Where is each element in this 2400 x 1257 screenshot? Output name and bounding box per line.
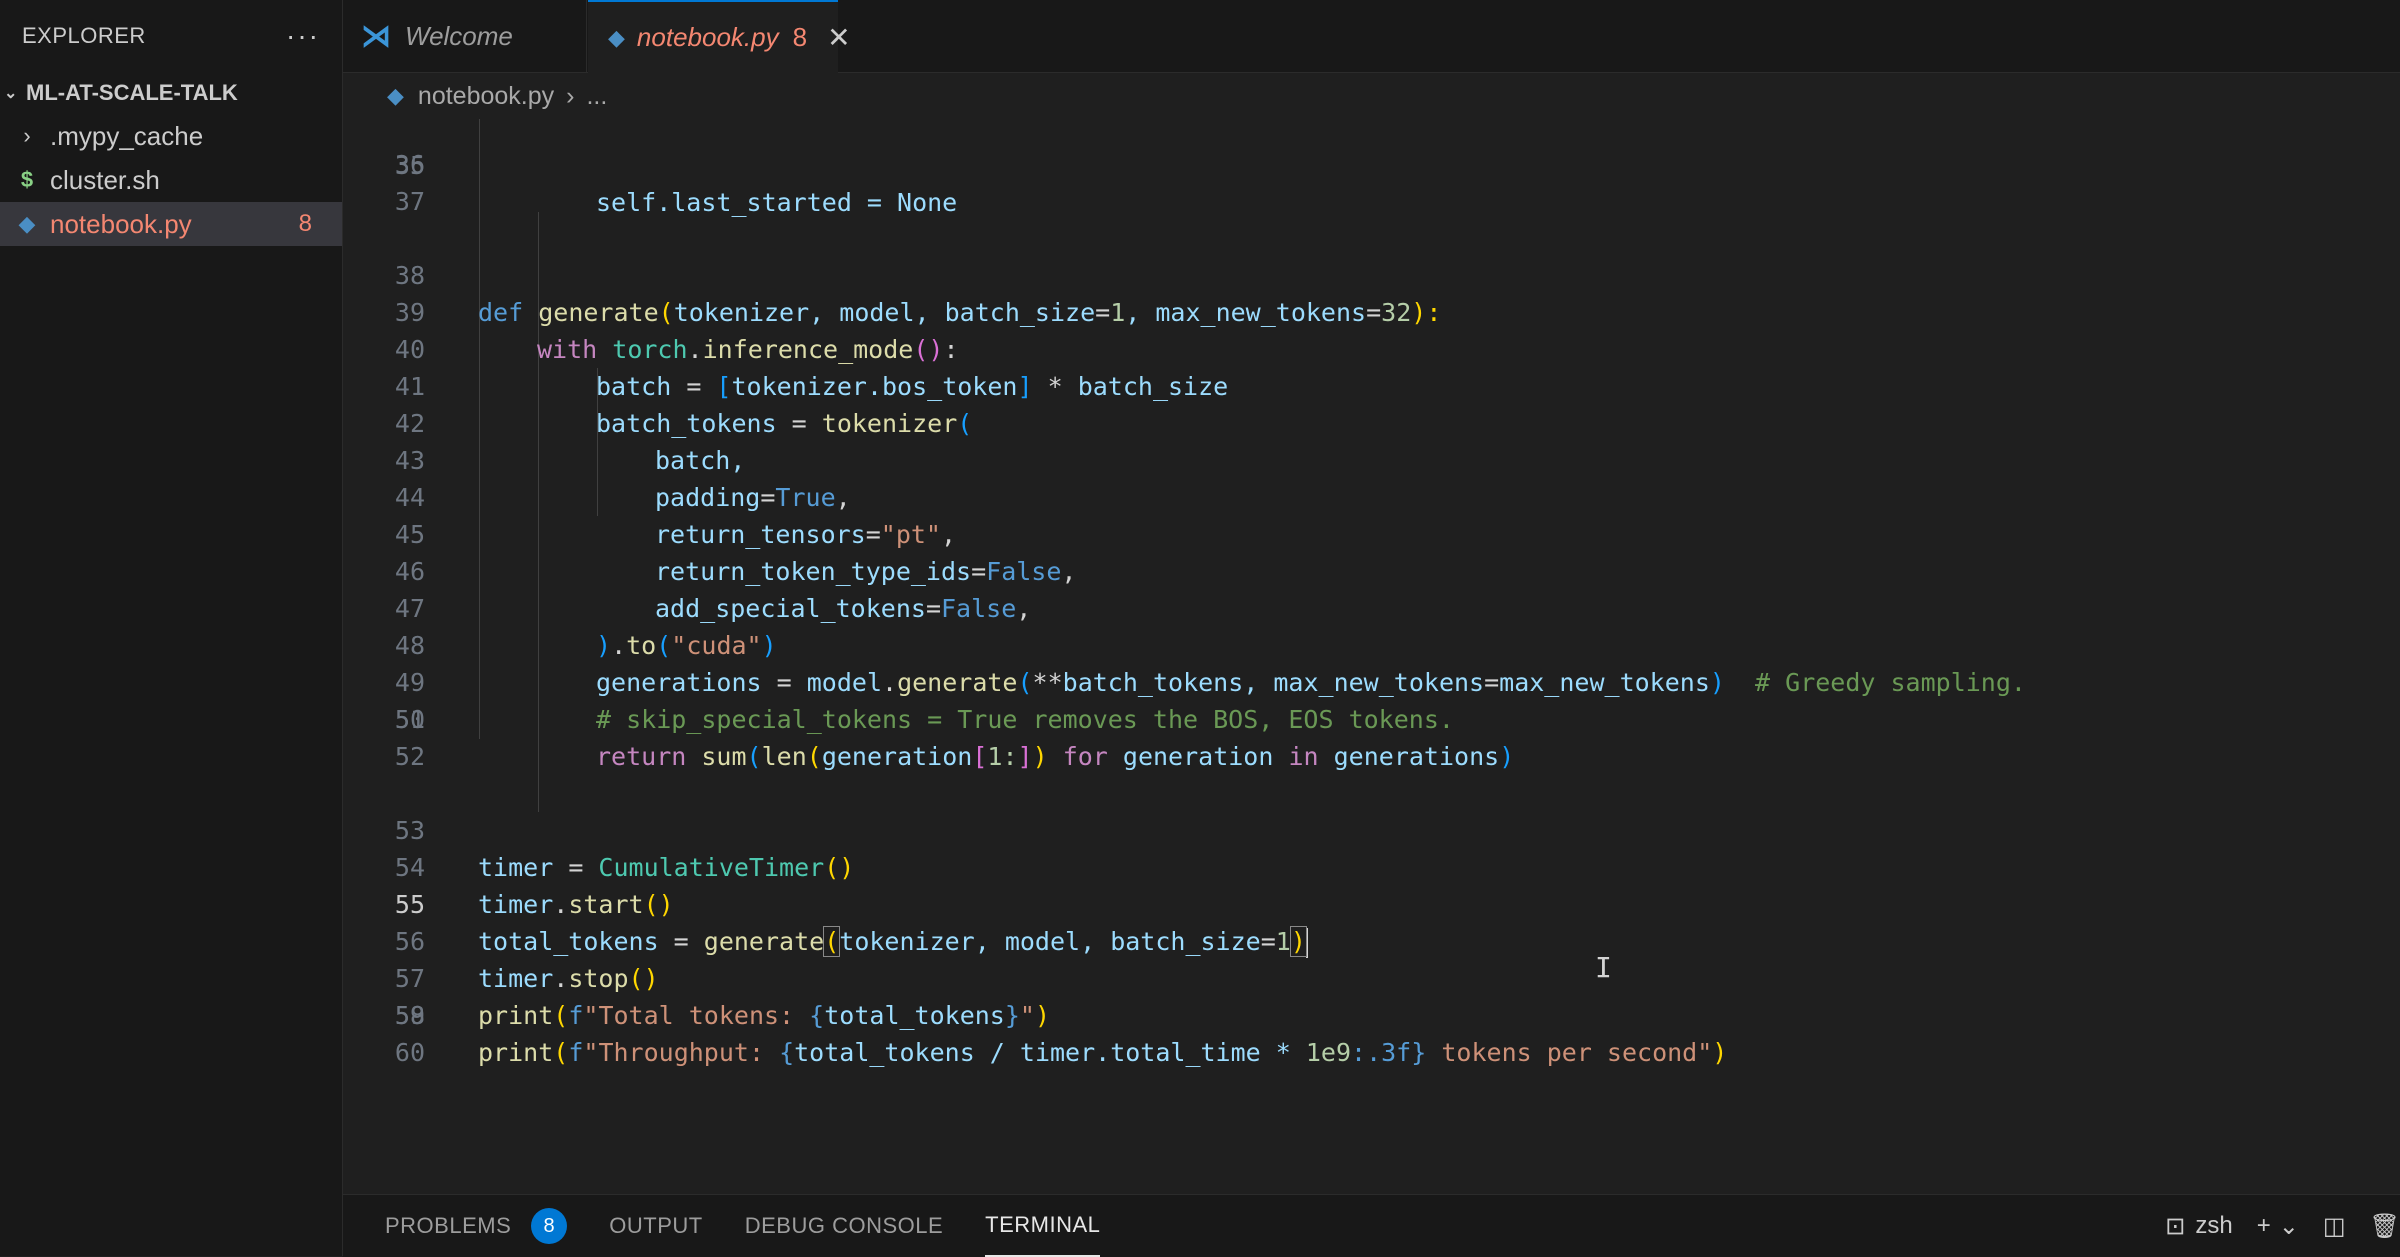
line-number: 37 (394, 187, 425, 216)
chevron-down-icon[interactable]: ⌄ (2279, 1212, 2299, 1241)
line-number: 36 (394, 150, 425, 179)
code-line: 46 add_special_tokens=False, (343, 516, 2400, 623)
code-line: 57 print(f"Total tokens: {total_tokens}"… (343, 923, 2400, 1030)
vscode-logo-icon: ⋊ (361, 19, 391, 53)
more-actions-icon[interactable]: ··· (286, 20, 320, 52)
tab-problems[interactable]: PROBLEMS 8 (385, 1195, 568, 1257)
code-line: 35 self.last_started = None (343, 119, 2400, 217)
code-line: 38 def generate(tokenizer, model, batch_… (343, 220, 2400, 327)
code-line: 41 batch_tokens = tokenizer( (343, 331, 2400, 438)
mouse-ibeam-cursor-icon: I (1595, 951, 1612, 984)
terminal-icon: ⊡ (2165, 1212, 2186, 1240)
sidebar-item-notebook-py[interactable]: ◆ notebook.py 8 (0, 202, 342, 246)
tab-output[interactable]: OUTPUT (609, 1195, 702, 1257)
explorer-sidebar: EXPLORER ··· ⌄ ML-AT-SCALE-TALK › .mypy_… (0, 0, 343, 1256)
explorer-title: EXPLORER (22, 23, 146, 48)
breadcrumb-symbol[interactable]: ... (586, 82, 607, 111)
code-line: 47 ).to("cuda") (343, 553, 2400, 660)
python-file-icon: ◆ (18, 211, 36, 236)
split-terminal-icon[interactable]: ◫ (2323, 1212, 2346, 1241)
tab-label: OUTPUT (609, 1213, 703, 1238)
chevron-right-icon: › (23, 123, 31, 148)
code-line: 58 print(f"Throughput: {total_tokens / t… (343, 960, 2400, 1067)
line-number: 59 (394, 1001, 425, 1030)
tab-problem-count: 8 (792, 22, 808, 52)
sidebar-item-cluster-sh[interactable]: $ cluster.sh (0, 158, 342, 202)
code-line: 43 padding=True, (343, 405, 2400, 512)
code-line: 54 timer.start() (343, 812, 2400, 919)
tab-label: DEBUG CONSOLE (744, 1213, 944, 1238)
close-icon[interactable]: ✕ (827, 21, 850, 54)
code-line: 36 (343, 146, 2400, 183)
trash-icon[interactable]: 🗑 (2370, 1212, 2400, 1241)
python-file-icon: ◆ (387, 83, 404, 108)
tab-label: PROBLEMS (385, 1213, 512, 1238)
chevron-right-icon: › (566, 81, 575, 110)
sidebar-item-label: cluster.sh (50, 164, 160, 195)
editor-tab-bar: ⋊ Welcome ◆ notebook.py 8 ✕ (343, 0, 2400, 73)
chevron-down-icon: ⌄ (4, 85, 18, 102)
code-line: 52 (343, 738, 2400, 775)
code-line: 51 (343, 701, 2400, 738)
code-editor[interactable]: 35 self.last_started = None 36 37 38 def… (343, 119, 2400, 1194)
explorer-header: EXPLORER ··· (0, 0, 342, 72)
terminal-actions: ⊡ zsh + ⌄ ◫ 🗑 (2165, 1212, 2400, 1241)
code-line: 49 # skip_special_tokens = True removes … (343, 627, 2400, 734)
breadcrumb-file[interactable]: notebook.py (418, 82, 554, 111)
shell-script-icon: $ (20, 167, 34, 192)
sidebar-item-label: .mypy_cache (50, 120, 204, 151)
line-number: 52 (394, 742, 425, 771)
problem-count: 8 (298, 210, 312, 237)
code-line: 60 (343, 1034, 2400, 1071)
tab-welcome[interactable]: ⋊ Welcome (343, 0, 587, 72)
tab-label: Welcome (405, 20, 513, 51)
python-file-icon: ◆ (608, 24, 625, 50)
code-line: 56 timer.stop() (343, 886, 2400, 993)
workspace-root-label: ML-AT-SCALE-TALK (26, 80, 238, 105)
sidebar-item-label: notebook.py (50, 208, 192, 239)
terminal-shell-name[interactable]: zsh (2195, 1212, 2232, 1240)
breadcrumb: ◆ notebook.py › ... (343, 73, 2400, 119)
bottom-panel-tabs: PROBLEMS 8 OUTPUT DEBUG CONSOLE TERMINAL… (343, 1194, 2400, 1257)
problems-count-badge: 8 (531, 1208, 568, 1244)
tab-label: notebook.py (636, 22, 779, 52)
code-line: 42 batch, (343, 368, 2400, 475)
code-line: 37 (343, 183, 2400, 220)
tab-debug-console[interactable]: DEBUG CONSOLE (745, 1195, 943, 1257)
current-code-line: 55 total_tokens = generate(tokenizer, mo… (343, 849, 2400, 958)
code-line: 59 (343, 997, 2400, 1034)
tab-notebook-py[interactable]: ◆ notebook.py 8 ✕ (588, 0, 851, 73)
code-line: 44 return_tensors="pt", (343, 442, 2400, 549)
line-number: 60 (394, 1038, 425, 1067)
code-line: 45 return_token_type_ids=False, (343, 479, 2400, 586)
add-terminal-icon[interactable]: + (2257, 1212, 2271, 1240)
code-line: 53 timer = CumulativeTimer() (343, 775, 2400, 882)
line-number: 51 (394, 705, 425, 734)
code-line: 48 generations = model.generate(**batch_… (343, 590, 2400, 697)
code-line: 50 return sum(len(generation[1:]) for ge… (343, 664, 2400, 771)
code-line: 39 with torch.inference_mode(): (343, 257, 2400, 364)
tab-label: TERMINAL (985, 1212, 1101, 1237)
sidebar-item-mypy-cache[interactable]: › .mypy_cache (0, 114, 342, 158)
tab-terminal[interactable]: TERMINAL (985, 1195, 1101, 1257)
code-line: 40 batch = [tokenizer.bos_token] * batch… (343, 294, 2400, 401)
workspace-root-folder[interactable]: ⌄ ML-AT-SCALE-TALK (0, 72, 342, 114)
